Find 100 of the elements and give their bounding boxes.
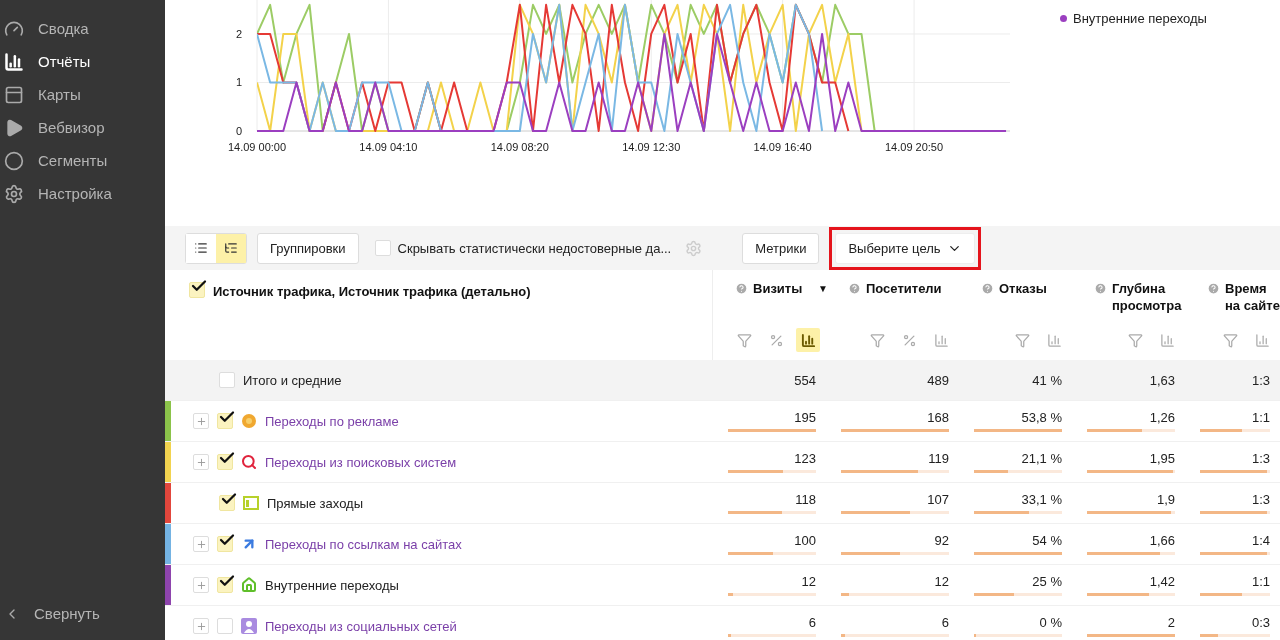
table-cell: 6 [941, 615, 949, 630]
table-cell: 1,42 [1149, 574, 1175, 589]
table-cell: 0:3 [1251, 615, 1270, 630]
column-header[interactable]: Отказы [999, 280, 1059, 297]
table-cell: 107 [927, 492, 949, 507]
expand-button[interactable] [193, 577, 209, 593]
checkbox[interactable] [217, 618, 233, 634]
table-cell: 92 [934, 533, 949, 548]
plus-icon [195, 620, 207, 632]
table-cell: 2 [1167, 615, 1175, 630]
expand-button[interactable] [193, 454, 209, 470]
axis-label: 1 [235, 76, 242, 89]
help-icon[interactable] [981, 282, 994, 295]
table-cell: 118 [795, 492, 816, 507]
table-cell: 0 % [1039, 615, 1062, 630]
row-link[interactable]: Переходы из поисковых систем [265, 454, 457, 470]
axis-label: 14.09 04:10 [359, 141, 418, 153]
help-icon[interactable] [1207, 282, 1220, 295]
column-header[interactable]: Глубина просмотра [1112, 280, 1182, 314]
expand-button[interactable] [193, 413, 209, 429]
table-cell: 25 % [1032, 574, 1062, 589]
column-header[interactable]: Время на сайте [1225, 280, 1280, 314]
table-cell: 1,9 [1156, 492, 1175, 507]
tree-list-icon [224, 241, 238, 255]
row-link[interactable]: Переходы из социальных сетей [265, 618, 457, 634]
table-cell: 21,1 % [1021, 451, 1062, 466]
axis-label: 14.09 12:30 [622, 141, 681, 153]
percent-icon [768, 332, 784, 348]
column-header[interactable]: Визиты [753, 280, 813, 297]
bar-chart-icon [1159, 332, 1175, 348]
collapse-link[interactable]: Свернуть [0, 593, 165, 634]
house-icon [241, 577, 257, 593]
table-cell: 489 [927, 372, 949, 388]
filter-icon [869, 332, 885, 348]
metrics-button[interactable]: Метрики [742, 232, 820, 264]
row-link[interactable]: Переходы по рекламе [265, 413, 399, 429]
expand-button[interactable] [193, 618, 209, 634]
goal-dropdown[interactable]: Выберите цель [835, 232, 975, 264]
axis-label: 2 [235, 27, 242, 40]
legend-label: Внутренние переходы [1073, 11, 1207, 26]
column-header[interactable]: Посетители [866, 280, 942, 297]
row-label: Итого и средние [243, 372, 342, 388]
help-icon[interactable] [1094, 282, 1107, 295]
window-icon [243, 496, 259, 510]
row-label[interactable]: Внутренние переходы [265, 577, 399, 593]
row-label[interactable]: Прямые заходы [267, 495, 363, 511]
expand-button[interactable] [193, 536, 209, 552]
settings-icon[interactable] [685, 239, 703, 257]
list-icon [194, 241, 208, 255]
checkbox[interactable] [217, 536, 233, 552]
tree-view-button[interactable] [216, 233, 246, 263]
table-cell: 6 [808, 615, 816, 630]
table-cell: 1:3 [1251, 451, 1270, 466]
search-icon [241, 454, 257, 470]
plus-icon [195, 415, 207, 427]
checkbox[interactable] [219, 495, 235, 511]
table-cell: 119 [928, 451, 949, 466]
table-cell: 195 [794, 410, 816, 425]
bar-chart-button[interactable] [796, 328, 820, 352]
checkbox[interactable] [189, 282, 205, 298]
table-cell: 33,1 % [1021, 492, 1062, 507]
checkbox[interactable] [219, 372, 235, 388]
axis-label: 14.09 08:20 [490, 141, 549, 153]
help-icon[interactable] [848, 282, 861, 295]
table-cell: 1,95 [1149, 451, 1175, 466]
bar-chart-icon [4, 51, 24, 72]
settings-icon [4, 183, 24, 204]
person-icon [241, 618, 257, 634]
checkbox[interactable] [217, 454, 233, 470]
table-cell: 1,63 [1149, 372, 1175, 388]
table-cell: 53,8 % [1021, 410, 1062, 425]
coin-icon [241, 413, 257, 429]
table-cell: 54 % [1032, 533, 1062, 548]
axis-label: 14.09 16:40 [753, 141, 812, 153]
row-link[interactable]: Переходы по ссылкам на сайтах [265, 536, 462, 552]
bar-chart-icon [1046, 332, 1062, 348]
table-cell: 41 % [1032, 372, 1062, 388]
groupings-button[interactable]: Группировки [257, 232, 359, 264]
checkbox[interactable] [374, 240, 391, 256]
table-cell: 100 [794, 533, 816, 548]
table-cell: 168 [927, 410, 949, 425]
percent-icon [901, 332, 917, 348]
bar-chart-icon [1254, 332, 1270, 348]
table-cell: 12 [801, 574, 816, 589]
filter-icon [736, 332, 752, 348]
table-cell: 123 [794, 451, 816, 466]
play-icon [4, 117, 24, 138]
checkbox[interactable] [217, 577, 233, 593]
table-cell: 1:1 [1251, 410, 1270, 425]
sort-indicator[interactable]: ▼ [818, 280, 828, 294]
checkbox[interactable] [217, 413, 233, 429]
filter-icon [1127, 332, 1143, 348]
filter-icon [1222, 332, 1238, 348]
filter-icon [1014, 332, 1030, 348]
plus-icon [195, 579, 207, 591]
help-icon[interactable] [735, 282, 748, 295]
ring-icon [4, 150, 24, 171]
table-cell: 1,66 [1149, 533, 1175, 548]
table-cell: 1:4 [1251, 533, 1270, 548]
checkbox-label: Скрывать статистически недостоверные да... [397, 240, 672, 256]
